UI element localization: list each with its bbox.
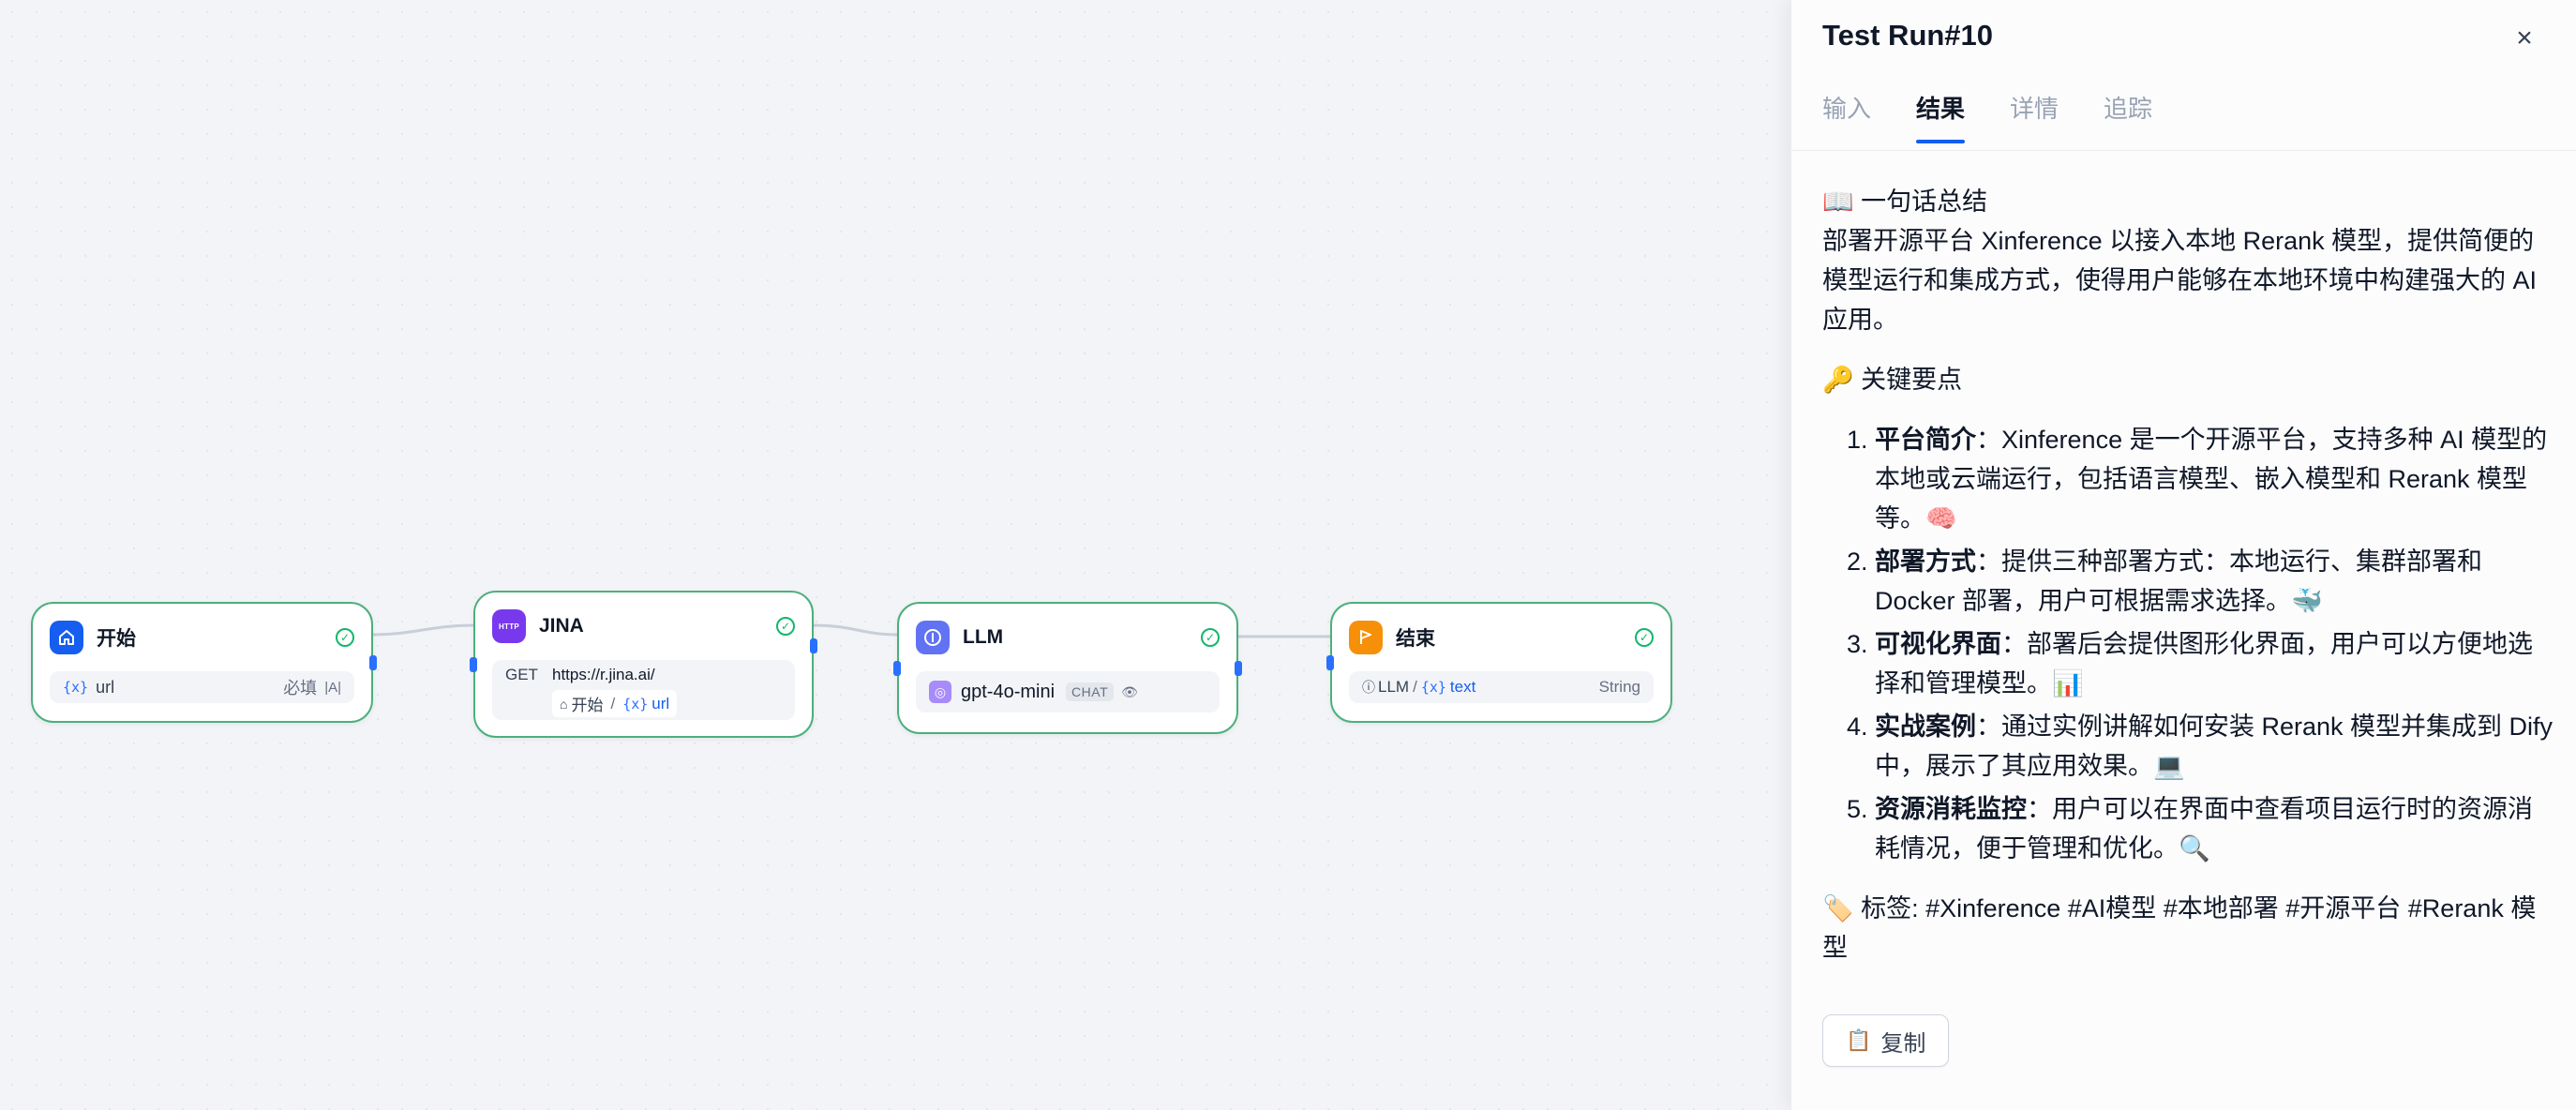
list-item: 资源消耗监控：用户可以在界面中查看项目运行时的资源消耗情况，便于管理和优化。🔍 bbox=[1875, 789, 2554, 868]
tab-detail[interactable]: 详情 bbox=[2010, 90, 2059, 143]
node-http-request: GET https://r.jina.ai/ ⌂ 开始 / {x} url bbox=[492, 660, 795, 720]
http-method: GET bbox=[505, 666, 538, 683]
panel-title: Test Run#10 bbox=[1822, 19, 1994, 52]
text-type-icon: |A| bbox=[324, 679, 341, 696]
summary-heading: 📖 一句话总结 bbox=[1822, 188, 1988, 216]
tab-result[interactable]: 结果 bbox=[1916, 90, 1966, 143]
edge-start-to-jina bbox=[372, 623, 474, 637]
node-llm-input-handle[interactable] bbox=[893, 660, 901, 676]
key-points-list: 平台简介：Xinference 是一个开源平台，支持多种 AI 模型的本地或云端… bbox=[1822, 420, 2554, 868]
edge-jina-to-llm bbox=[813, 623, 898, 637]
node-llm-title: LLM bbox=[963, 626, 1004, 648]
variable-icon: {x} bbox=[63, 679, 89, 696]
node-start[interactable]: 开始 ✓ {x} url 必填 |A| bbox=[31, 602, 377, 723]
param-var-name: url bbox=[651, 694, 670, 712]
variable-icon: {x} bbox=[622, 695, 649, 712]
close-icon[interactable]: × bbox=[2509, 22, 2540, 54]
end-flag-icon bbox=[1349, 621, 1383, 654]
node-http-output-handle[interactable] bbox=[810, 638, 817, 653]
node-start-variable: {x} url 必填 |A| bbox=[50, 671, 354, 703]
list-item: 部署方式：提供三种部署方式：本地运行、集群部署和 Docker 部署，用户可根据… bbox=[1875, 542, 2554, 621]
node-llm-model: ◎ gpt-4o-mini CHAT 👁 bbox=[916, 671, 1220, 712]
copy-button[interactable]: 📋 复制 bbox=[1822, 1014, 1950, 1067]
success-check-icon: ✓ bbox=[776, 617, 795, 636]
copy-button-label: 复制 bbox=[1880, 1030, 1926, 1057]
summary-text: 部署开源平台 Xinference 以接入本地 Rerank 模型，提供简便的模… bbox=[1822, 227, 2538, 334]
node-end-header: 结束 ✓ bbox=[1349, 619, 1654, 656]
openai-model-icon: ◎ bbox=[929, 681, 951, 703]
node-start-header: 开始 ✓ bbox=[50, 619, 354, 656]
node-end-title: 结束 bbox=[1396, 628, 1435, 650]
node-llm-header: LLM ✓ bbox=[916, 619, 1220, 656]
required-label: 必填 bbox=[283, 679, 318, 698]
success-check-icon: ✓ bbox=[1635, 628, 1654, 647]
node-http-jina[interactable]: HTTP JINA ✓ GET https://r.jina.ai/ ⌂ 开始 … bbox=[470, 591, 817, 738]
model-mode-badge: CHAT bbox=[1066, 682, 1115, 701]
tab-input[interactable]: 输入 bbox=[1822, 90, 1871, 143]
vision-eye-icon: 👁 bbox=[1121, 683, 1138, 699]
tabs-divider bbox=[1791, 150, 2576, 151]
clipboard-icon: 📋 bbox=[1846, 1028, 1872, 1052]
key-points-heading: 🔑 关键要点 bbox=[1822, 366, 1963, 394]
list-item: 平台简介：Xinference 是一个开源平台，支持多种 AI 模型的本地或云端… bbox=[1875, 420, 2554, 538]
node-start-output-handle[interactable] bbox=[369, 654, 377, 670]
http-icon: HTTP bbox=[492, 609, 526, 643]
model-name: gpt-4o-mini bbox=[961, 681, 1056, 702]
test-run-panel: Test Run#10 × 输入 结果 详情 追踪 📖 一句话总结 部署开源平台… bbox=[1790, 0, 2576, 1110]
list-item: 实战案例：通过实例讲解如何安装 Rerank 模型并集成到 Dify 中，展示了… bbox=[1875, 707, 2554, 786]
tab-tracing[interactable]: 追踪 bbox=[2104, 90, 2152, 143]
node-llm[interactable]: LLM ✓ ◎ gpt-4o-mini CHAT 👁 bbox=[893, 602, 1242, 734]
node-http-header: HTTP JINA ✓ bbox=[492, 608, 795, 645]
home-icon: ⌂ bbox=[560, 696, 568, 712]
http-url: https://r.jina.ai/ bbox=[552, 666, 655, 683]
node-end[interactable]: 结束 ✓ ⓘ LLM / {x} text String bbox=[1326, 602, 1672, 723]
source-node-name: LLM bbox=[1378, 678, 1410, 696]
workflow-canvas[interactable]: 开始 ✓ {x} url 必填 |A| HTTP JINA ✓ GET http… bbox=[0, 0, 1790, 1110]
output-type: String bbox=[1598, 678, 1640, 696]
node-end-output: ⓘ LLM / {x} text String bbox=[1349, 671, 1654, 703]
node-start-title: 开始 bbox=[97, 628, 136, 650]
node-http-input-handle[interactable] bbox=[470, 656, 477, 672]
node-llm-output-handle[interactable] bbox=[1235, 660, 1242, 676]
llm-icon bbox=[916, 621, 950, 654]
panel-tabs: 输入 结果 详情 追踪 bbox=[1822, 90, 2197, 143]
variable-name: url bbox=[96, 677, 115, 697]
node-http-title: JINA bbox=[539, 615, 584, 637]
variable-icon: {x} bbox=[1420, 679, 1446, 696]
llm-small-icon: ⓘ bbox=[1362, 680, 1375, 695]
node-end-input-handle[interactable] bbox=[1326, 654, 1334, 670]
tags-text: 🏷️ 标签: #Xinference #AI模型 #本地部署 #开源平台 #Re… bbox=[1822, 894, 2537, 962]
success-check-icon: ✓ bbox=[1201, 628, 1220, 647]
http-url-param: ⌂ 开始 / {x} url bbox=[552, 690, 678, 717]
result-content: 📖 一句话总结 部署开源平台 Xinference 以接入本地 Rerank 模… bbox=[1822, 182, 2554, 988]
workflow-edges bbox=[372, 623, 1330, 638]
output-var-name: text bbox=[1449, 678, 1476, 696]
home-icon bbox=[50, 621, 83, 654]
param-node-name: 开始 bbox=[571, 697, 604, 714]
success-check-icon: ✓ bbox=[336, 628, 354, 647]
list-item: 可视化界面：部署后会提供图形化界面，用户可以方便地选择和管理模型。📊 bbox=[1875, 624, 2554, 703]
